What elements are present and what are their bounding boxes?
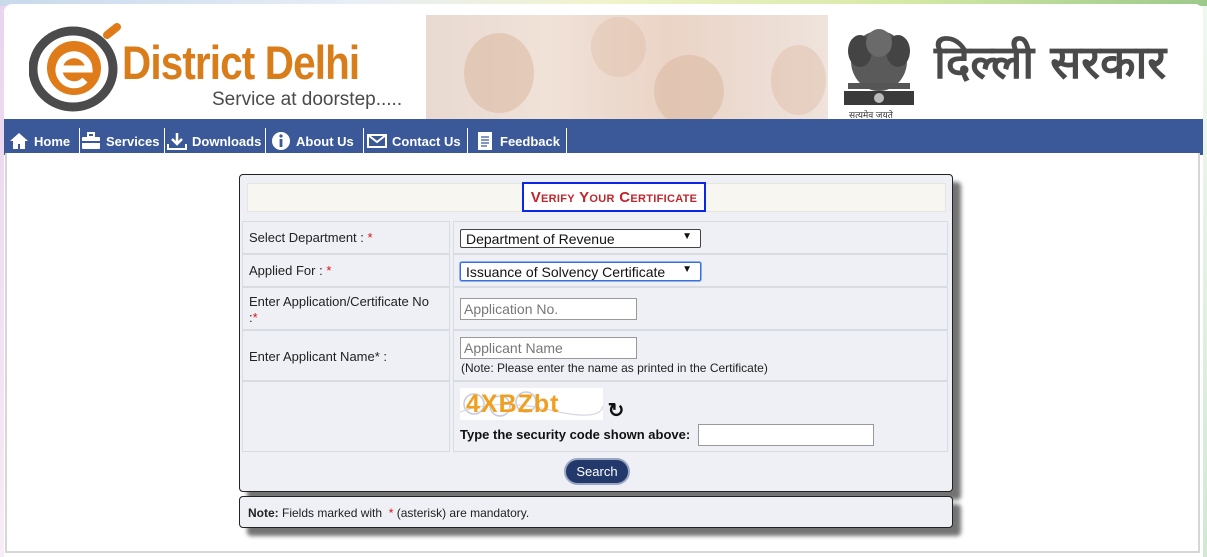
note-before: Fields marked with <box>282 506 383 520</box>
applicant-name-label: Enter Applicant Name* : <box>249 349 388 364</box>
envelope-icon <box>366 130 388 152</box>
national-emblem-icon <box>844 29 914 105</box>
applicant-name-input[interactable]: Applicant Name <box>460 337 637 359</box>
verify-certificate-panel: Verify Your Certificate Select Departmen… <box>239 174 953 492</box>
brand-title: District Delhi <box>122 36 360 89</box>
value-cell: Department of Revenue ▼ <box>453 221 948 254</box>
label-cell: Enter Application/Certificate No :* <box>242 287 450 330</box>
value-cell: Applicant Name (Note: Please enter the n… <box>453 330 948 381</box>
nav-feedback-label: Feedback <box>500 133 560 149</box>
required-asterisk: * <box>326 263 332 278</box>
briefcase-icon <box>80 130 102 152</box>
search-button[interactable]: Search <box>564 458 630 485</box>
security-code-input[interactable] <box>698 424 874 446</box>
row-search: Search <box>242 452 948 489</box>
label-cell: Select Department : * <box>242 221 450 254</box>
district-delhi-logo-icon <box>29 23 121 112</box>
panel-title: Verify Your Certificate <box>522 182 706 212</box>
panel-header: Verify Your Certificate <box>247 182 946 212</box>
nav-contact-us[interactable]: Contact Us <box>366 128 468 154</box>
applied-for-label: Applied For : * <box>249 263 332 278</box>
applicant-name-note: (Note: Please enter the name as printed … <box>461 361 768 375</box>
main-navbar: Home Services Downloads About Us Contact… <box>4 119 1203 155</box>
applied-for-select[interactable]: Issuance of Solvency Certificate ▼ <box>460 262 701 281</box>
label-cell <box>242 381 450 452</box>
nav-about-us[interactable]: About Us <box>270 128 364 154</box>
row-application-no: Enter Application/Certificate No :* Appl… <box>242 287 948 330</box>
label-cell: Enter Applicant Name* : <box>242 330 450 381</box>
note-bold: Note: <box>248 506 279 520</box>
value-cell: Issuance of Solvency Certificate ▼ <box>453 254 948 287</box>
note-asterisk: * <box>388 506 394 520</box>
nav-home-label: Home <box>34 133 71 149</box>
application-no-label: Enter Application/Certificate No :* <box>249 294 429 325</box>
value-cell: 4XBZbt ↻ Type the security code shown ab… <box>453 381 948 452</box>
label-cell: Applied For : * <box>242 254 450 287</box>
captcha-text: 4XBZbt <box>466 390 560 418</box>
brand-tagline: Service at doorstep..... <box>212 89 403 110</box>
mandatory-note: Note: Fields marked with * (asterisk) ar… <box>248 506 529 520</box>
nav-services[interactable]: Services <box>80 128 165 154</box>
nav-home[interactable]: Home <box>8 128 80 154</box>
nav-downloads-label: Downloads <box>192 133 262 149</box>
value-cell: Application No. <box>453 287 948 330</box>
nav-contact-us-label: Contact Us <box>392 133 461 149</box>
department-select-value: Department of Revenue <box>466 230 615 247</box>
required-asterisk: * <box>252 310 258 325</box>
row-applied-for: Applied For : * Issuance of Solvency Cer… <box>242 254 948 287</box>
info-icon <box>270 130 292 152</box>
nav-services-label: Services <box>106 133 160 149</box>
row-department: Select Department : * Department of Reve… <box>242 221 948 254</box>
header-photo-banner <box>426 15 828 121</box>
nav-downloads[interactable]: Downloads <box>166 128 266 154</box>
application-no-input[interactable]: Application No. <box>460 298 637 320</box>
dropdown-arrow-icon: ▼ <box>682 264 692 275</box>
home-icon <box>8 130 30 152</box>
photo-face <box>654 55 724 121</box>
captcha-image: 4XBZbt <box>460 388 603 420</box>
department-label: Select Department : * <box>249 230 373 245</box>
photo-face <box>771 45 826 115</box>
security-code-label: Type the security code shown above: <box>460 427 691 442</box>
applied-for-select-value: Issuance of Solvency Certificate <box>466 263 666 280</box>
header: District Delhi Service at doorstep..... … <box>4 15 1203 121</box>
refresh-captcha-icon[interactable]: ↻ <box>606 400 626 422</box>
row-applicant-name: Enter Applicant Name* : Applicant Name (… <box>242 330 948 381</box>
mandatory-note-panel: Note: Fields marked with * (asterisk) ar… <box>239 496 953 528</box>
required-asterisk: * <box>367 230 373 245</box>
document-icon <box>474 130 496 152</box>
nav-feedback[interactable]: Feedback <box>474 128 567 154</box>
note-after: (asterisk) are mandatory. <box>396 506 530 520</box>
nav-about-us-label: About Us <box>296 133 354 149</box>
photo-face <box>591 17 646 77</box>
photo-face <box>464 33 534 113</box>
department-select[interactable]: Department of Revenue ▼ <box>460 229 701 248</box>
dropdown-arrow-icon: ▼ <box>682 231 692 242</box>
hindi-government-title: दिल्ली सरकार <box>934 35 1167 89</box>
download-icon <box>166 130 188 152</box>
row-captcha: 4XBZbt ↻ Type the security code shown ab… <box>242 381 948 452</box>
